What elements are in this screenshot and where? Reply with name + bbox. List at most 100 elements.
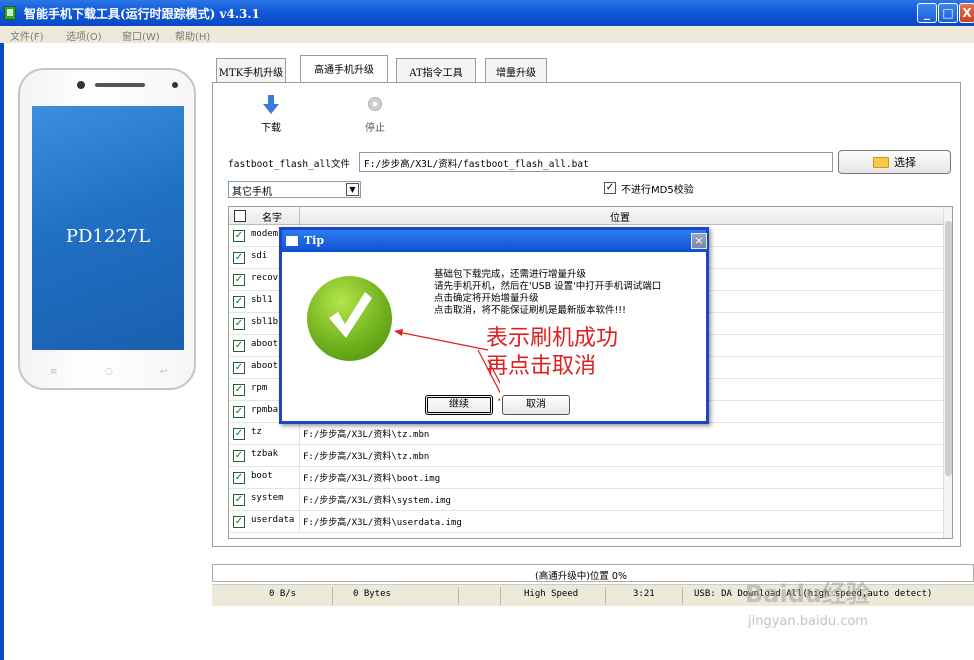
- title-bar: 智能手机下载工具(运行时跟踪模式) v4.3.1 _ □ X: [0, 0, 974, 26]
- stop-button[interactable]: 停止: [365, 119, 385, 134]
- row-name: userdata: [251, 515, 295, 525]
- skip-md5-label: 不进行MD5校验: [621, 185, 694, 196]
- window-title: 智能手机下载工具(运行时跟踪模式) v4.3.1: [24, 7, 260, 21]
- row-name: modem: [251, 229, 279, 239]
- select-file-button[interactable]: 选择: [838, 150, 951, 174]
- success-check-icon: [307, 276, 392, 361]
- cancel-button[interactable]: 取消: [502, 395, 570, 415]
- baidu-watermark-url: jingyan.baidu.com: [748, 614, 868, 629]
- download-icon[interactable]: [263, 95, 279, 115]
- usb-speed-mode: High Speed: [524, 589, 579, 599]
- phone-model-label: PD1227L: [65, 226, 151, 247]
- phone-speaker: [95, 83, 145, 87]
- table-row[interactable]: ✓ system F:/步步高/X3L/资料\system.img: [229, 489, 943, 511]
- menu-file[interactable]: 文件(F): [10, 28, 44, 43]
- select-button-label: 选择: [894, 156, 916, 169]
- dialog-message-4: 点击取消，将不能保证刷机是最新版本软件!!!: [434, 305, 626, 316]
- row-checkbox[interactable]: ✓: [233, 296, 245, 308]
- table-row[interactable]: ✓ tzbak F:/步步高/X3L/资料\tz.mbn: [229, 445, 943, 467]
- window-left-border: [0, 43, 4, 660]
- row-checkbox[interactable]: ✓: [233, 406, 245, 418]
- menu-options[interactable]: 选项(O): [66, 28, 102, 43]
- row-checkbox[interactable]: ✓: [233, 340, 245, 352]
- status-divider: [458, 587, 459, 605]
- back-key-icon: ↩: [160, 367, 168, 377]
- transfer-speed: 0 B/s: [269, 589, 297, 599]
- row-checkbox[interactable]: ✓: [233, 230, 245, 242]
- row-name: rpm: [251, 383, 268, 393]
- row-checkbox[interactable]: ✓: [233, 318, 245, 330]
- elapsed-time: 3:21: [633, 589, 655, 599]
- skip-md5-checkbox[interactable]: ✓: [604, 182, 616, 194]
- dropdown-arrow-icon[interactable]: ▼: [346, 183, 359, 196]
- tab-qualcomm[interactable]: 高通手机升级: [300, 55, 388, 82]
- dialog-window-icon: [286, 236, 298, 246]
- row-divider: [299, 467, 300, 489]
- tab-incremental[interactable]: 增量升级: [485, 58, 547, 82]
- row-name: sbl1b: [251, 317, 279, 327]
- table-row[interactable]: ✓ userdata F:/步步高/X3L/资料\userdata.img: [229, 511, 943, 533]
- row-name: boot: [251, 471, 273, 481]
- folder-icon: [873, 156, 889, 168]
- row-location: F:/步步高/X3L/资料\tz.mbn: [303, 430, 430, 440]
- header-divider: [299, 207, 300, 225]
- status-divider: [500, 587, 501, 605]
- row-divider: [299, 423, 300, 445]
- maximize-button[interactable]: □: [938, 3, 958, 23]
- phone-sensor: [172, 82, 178, 88]
- phone-type-value: 其它手机: [232, 187, 272, 198]
- table-row[interactable]: ✓ tz F:/步步高/X3L/资料\tz.mbn: [229, 423, 943, 445]
- row-name: recov: [251, 273, 279, 283]
- annotation-arrows: [394, 329, 500, 402]
- tab-at-tool[interactable]: AT指令工具: [396, 58, 476, 82]
- row-name: aboot: [251, 339, 279, 349]
- annotation-cancel-text: 再点击取消: [486, 354, 597, 379]
- select-all-checkbox[interactable]: [234, 210, 246, 222]
- row-checkbox[interactable]: ✓: [233, 516, 245, 528]
- phone-image: PD1227L ≡ ○ ↩: [18, 68, 196, 390]
- row-checkbox[interactable]: ✓: [233, 428, 245, 440]
- row-location: F:/步步高/X3L/资料\boot.img: [303, 474, 441, 484]
- row-checkbox[interactable]: ✓: [233, 450, 245, 462]
- tab-mtk[interactable]: MTK手机升级: [216, 58, 286, 82]
- dialog-close-button[interactable]: ×: [691, 233, 707, 249]
- progress-status-text: (高通升级中)位置 0%: [535, 571, 628, 582]
- row-checkbox[interactable]: ✓: [233, 274, 245, 286]
- minimize-button[interactable]: _: [917, 3, 937, 23]
- row-checkbox[interactable]: ✓: [233, 252, 245, 264]
- menu-help[interactable]: 帮助(H): [175, 28, 210, 43]
- row-checkbox[interactable]: ✓: [233, 494, 245, 506]
- row-divider: [299, 511, 300, 533]
- menu-window[interactable]: 窗口(W): [122, 28, 160, 43]
- row-name: sbl1: [251, 295, 273, 305]
- dialog-title: Tip: [304, 234, 325, 247]
- checkmark-icon: [329, 292, 372, 338]
- download-button[interactable]: 下载: [261, 119, 281, 134]
- phone-type-select[interactable]: 其它手机 ▼: [228, 181, 361, 198]
- menu-key-icon: ≡: [50, 367, 58, 377]
- transfer-bytes: 0 Bytes: [353, 589, 391, 599]
- row-divider: [299, 445, 300, 467]
- row-checkbox[interactable]: ✓: [233, 362, 245, 374]
- row-name: system: [251, 493, 284, 503]
- vertical-scrollbar[interactable]: [943, 207, 952, 538]
- row-divider: [299, 489, 300, 511]
- row-location: F:/步步高/X3L/资料\tz.mbn: [303, 452, 430, 462]
- dialog-title-bar: Tip ×: [282, 230, 707, 252]
- baidu-watermark-logo: Baidu经验: [745, 580, 870, 608]
- row-checkbox[interactable]: ✓: [233, 384, 245, 396]
- stop-icon[interactable]: [368, 97, 382, 111]
- file-path-input[interactable]: F:/步步高/X3L/资料/fastboot_flash_all.bat: [359, 152, 833, 172]
- status-divider: [682, 587, 683, 605]
- scrollbar-thumb[interactable]: [945, 221, 952, 476]
- row-location: F:/步步高/X3L/资料\system.img: [303, 496, 451, 506]
- row-name: sdi: [251, 251, 268, 261]
- table-row[interactable]: ✓ boot F:/步步高/X3L/资料\boot.img: [229, 467, 943, 489]
- phone-camera: [77, 81, 85, 89]
- row-checkbox[interactable]: ✓: [233, 472, 245, 484]
- row-name: tz: [251, 427, 262, 437]
- table-header: 名字 位置: [229, 207, 943, 225]
- close-button[interactable]: X: [959, 3, 974, 23]
- phone-screen: PD1227L: [32, 106, 184, 350]
- status-divider: [605, 587, 606, 605]
